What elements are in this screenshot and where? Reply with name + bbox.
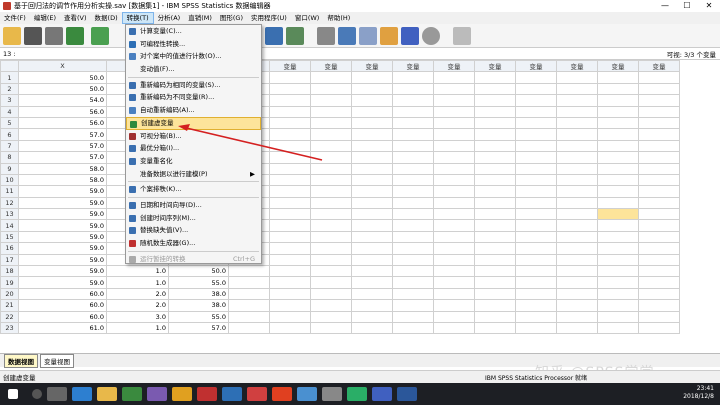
status-bar: 创建虚变量 IBM SPSS Statistics Processor 就绪	[0, 370, 720, 383]
windows-taskbar: 23:41 2018/12/8	[0, 383, 720, 405]
processor-status: IBM SPSS Statistics Processor 就绪	[485, 374, 588, 382]
edge-icon[interactable]	[72, 387, 92, 401]
app-icon-6[interactable]	[247, 387, 267, 401]
app-icon-2[interactable]	[147, 387, 167, 401]
app-icon-8[interactable]	[297, 387, 317, 401]
clock-date: 2018/12/8	[683, 393, 714, 400]
app-icon-7[interactable]	[272, 387, 292, 401]
search-icon[interactable]	[32, 389, 42, 399]
app-icon-9[interactable]	[322, 387, 342, 401]
system-clock[interactable]: 23:41 2018/12/8	[683, 385, 714, 401]
windows-start-icon[interactable]	[8, 389, 18, 399]
annotation-arrow	[178, 124, 323, 161]
tab-variable-view[interactable]: 变量视图	[40, 353, 74, 368]
tab-data-view[interactable]: 数据视图	[4, 353, 38, 368]
wechat-icon[interactable]	[347, 387, 367, 401]
status-text: 创建虚变量	[3, 374, 36, 382]
app-icon-5[interactable]	[222, 387, 242, 401]
word-icon[interactable]	[397, 387, 417, 401]
app-icon-3[interactable]	[172, 387, 192, 401]
clock-time: 23:41	[696, 385, 714, 392]
app-icon-1[interactable]	[122, 387, 142, 401]
app-icon-10[interactable]	[372, 387, 392, 401]
app-icon-4[interactable]	[197, 387, 217, 401]
task-view-icon[interactable]	[47, 387, 67, 401]
explorer-icon[interactable]	[97, 387, 117, 401]
